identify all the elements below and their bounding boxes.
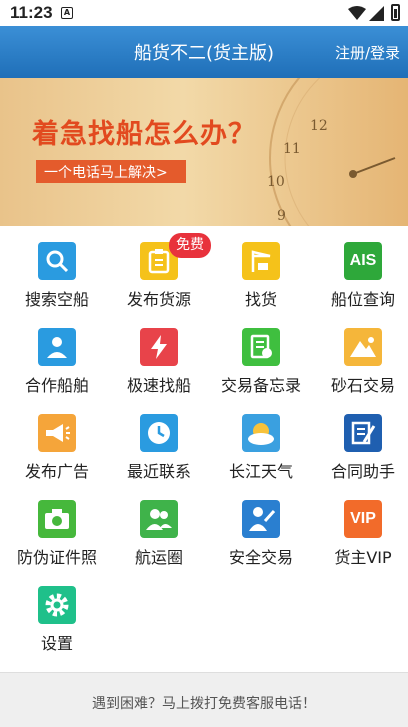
grid-item[interactable]: 交易备忘录 — [210, 312, 312, 398]
app-bar: 船货不二(货主版) 注册/登录 — [0, 26, 408, 78]
camera-icon — [38, 500, 76, 538]
grid-item[interactable]: 搜索空船 — [6, 226, 108, 312]
battery-icon — [391, 4, 400, 21]
grid-item-label: 最近联系 — [126, 462, 191, 481]
grid-item-label: 砂石交易 — [330, 376, 395, 395]
grid-item-label: 安全交易 — [228, 548, 293, 567]
gear-icon — [38, 586, 76, 624]
grid-item-label: 航运圈 — [134, 548, 183, 567]
grid-item-label: 防伪证件照 — [16, 548, 97, 567]
banner-call-button[interactable]: 一个电话马上解决> — [36, 160, 186, 183]
signal-icon — [369, 6, 384, 21]
grid-item-label: 搜索空船 — [24, 290, 89, 309]
clock-number: 10 — [267, 174, 285, 190]
grid-item[interactable]: 合同助手 — [312, 398, 408, 484]
grid-item[interactable]: 长江天气 — [210, 398, 312, 484]
free-badge: 免费 — [169, 233, 211, 258]
grid-item[interactable]: VIP 货主VIP — [312, 484, 408, 570]
login-register-link[interactable]: 注册/登录 — [335, 42, 400, 63]
mountain-icon — [344, 328, 382, 366]
banner-headline: 着急找船怎么办？ — [32, 119, 256, 150]
memo-icon — [242, 328, 280, 366]
search-icon — [38, 242, 76, 280]
crane-icon — [242, 242, 280, 280]
grid-item-label: 合作船舶 — [24, 376, 89, 395]
grid-item-label: 船位查询 — [330, 290, 395, 309]
grid-item[interactable]: 设置 — [6, 570, 108, 656]
grid-item-label: 设置 — [40, 634, 73, 653]
icon-text: VIP — [350, 510, 376, 527]
clock-illustration-icon: 12 11 10 9 — [267, 78, 396, 226]
clock-icon — [140, 414, 178, 452]
ais-icon: AIS — [344, 242, 382, 280]
icon-text: AIS — [349, 252, 377, 269]
megaphone-icon — [38, 414, 76, 452]
footer-help-bar[interactable]: 遇到困难？马上拨打免费客服电话！ — [0, 672, 408, 727]
grid-item-label: 长江天气 — [228, 462, 293, 481]
person-ship-icon — [38, 328, 76, 366]
grid-item[interactable]: 发布广告 — [6, 398, 108, 484]
status-time: 11:23 — [10, 3, 53, 22]
clock-number: 12 — [310, 118, 328, 134]
grid-item[interactable]: 找货 — [210, 226, 312, 312]
grid-item[interactable]: AIS 船位查询 — [312, 226, 408, 312]
grid-item-label: 货主VIP — [334, 548, 392, 567]
grid-item[interactable]: 防伪证件照 — [6, 484, 108, 570]
grid-item-label: 找货 — [244, 290, 277, 309]
clock-number: 11 — [283, 141, 301, 157]
wifi-icon — [348, 6, 366, 20]
status-bar: 11:23 A — [0, 0, 408, 26]
grid-item-label: 发布货源 — [126, 290, 191, 309]
grid-item-label: 交易备忘录 — [220, 376, 301, 395]
grid-item-label: 极速找船 — [126, 376, 191, 395]
grid-item[interactable]: 发布货源 免费 — [108, 226, 211, 312]
contract-icon — [344, 414, 382, 452]
grid-item-label: 合同助手 — [330, 462, 395, 481]
grid-item-label: 发布广告 — [24, 462, 89, 481]
footer-help-text: 遇到困难？马上拨打免费客服电话！ — [92, 696, 316, 712]
grid-item[interactable]: 安全交易 — [210, 484, 312, 570]
grid-item[interactable]: 极速找船 — [108, 312, 210, 398]
weather-icon — [242, 414, 280, 452]
shield-person-icon — [242, 500, 280, 538]
people-icon — [140, 500, 178, 538]
grid-item[interactable]: 最近联系 — [108, 398, 210, 484]
notification-icon: A — [61, 7, 73, 19]
grid-item[interactable]: 合作船舶 — [6, 312, 108, 398]
promo-banner[interactable]: 着急找船怎么办？ 一个电话马上解决> 12 11 10 9 — [0, 78, 408, 226]
grid-item[interactable]: 航运圈 — [108, 484, 210, 570]
grid-item[interactable]: 砂石交易 — [312, 312, 408, 398]
clock-number: 9 — [277, 208, 286, 224]
lightning-icon — [140, 328, 178, 366]
vip-icon: VIP — [344, 500, 382, 538]
